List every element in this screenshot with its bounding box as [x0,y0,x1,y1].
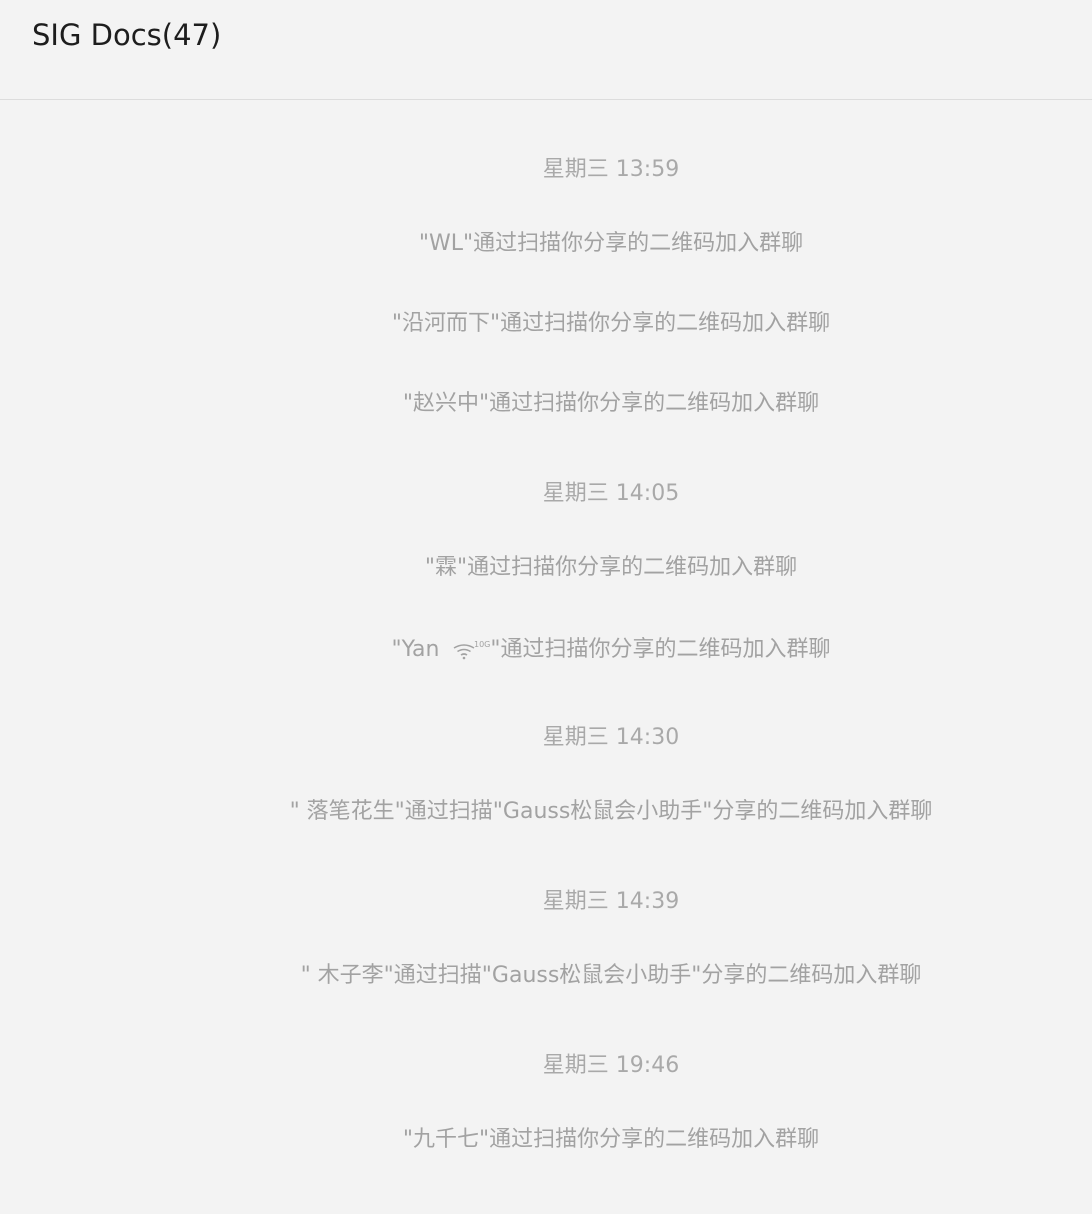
wifi-10g-icon: 10G [450,639,494,661]
svg-text:10G: 10G [474,640,490,649]
notice-suffix: "通过扫描你分享的二维码加入群聊 [490,637,831,662]
system-notice: "Yan 10G "通过扫描你分享的二维码加入群聊 [0,635,1092,665]
system-notice: "沿河而下"通过扫描你分享的二维码加入群聊 [391,311,831,336]
system-notice: " 木子李"通过扫描"Gauss松鼠会小助手"分享的二维码加入群聊 [300,963,922,988]
chat-title: SIG Docs(47) [32,18,222,52]
system-notice: "WL"通过扫描你分享的二维码加入群聊 [418,231,804,256]
timestamp: 星期三 14:30 [542,725,680,750]
system-notice: "九千七"通过扫描你分享的二维码加入群聊 [402,1127,820,1152]
system-notice: "霖"通过扫描你分享的二维码加入群聊 [424,555,798,580]
message-feed[interactable]: 星期三 13:59 "WL"通过扫描你分享的二维码加入群聊 "沿河而下"通过扫描… [0,101,1092,1214]
timestamp: 星期三 14:39 [542,889,680,914]
system-notice: " 落笔花生"通过扫描"Gauss松鼠会小助手"分享的二维码加入群聊 [289,799,933,824]
chat-header: SIG Docs(47) [0,0,1092,100]
notice-prefix: "Yan [391,637,447,662]
timestamp: 星期三 14:05 [542,481,680,506]
timestamp: 星期三 19:46 [542,1053,680,1078]
system-notice: "赵兴中"通过扫描你分享的二维码加入群聊 [402,391,820,416]
chat-window: SIG Docs(47) 星期三 13:59 "WL"通过扫描你分享的二维码加入… [0,0,1092,1214]
timestamp: 星期三 13:59 [542,157,680,182]
